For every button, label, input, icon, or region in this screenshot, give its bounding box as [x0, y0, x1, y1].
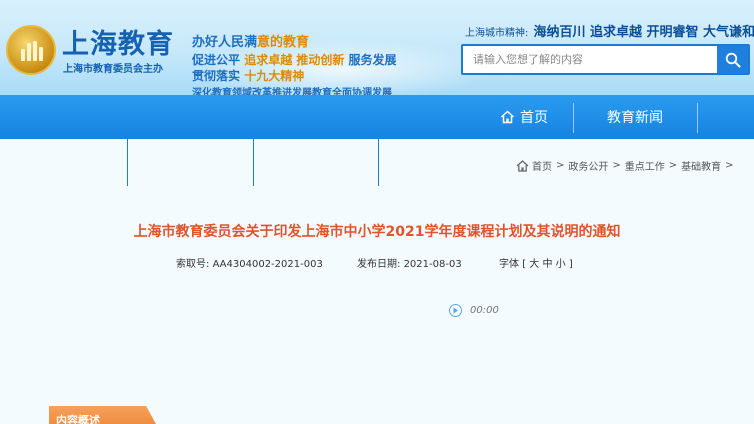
- breadcrumb-separator: >: [612, 160, 621, 171]
- nav-home-label: 首页: [520, 110, 548, 126]
- search-input[interactable]: [463, 46, 717, 73]
- font-bracket-open: [: [522, 259, 527, 270]
- city-spirit-value: 海纳百川 追求卓越 开明睿智 大气谦和: [533, 25, 754, 40]
- city-spirit-label: 上海城市精神:: [465, 28, 529, 39]
- index-label: 索取号:: [176, 259, 210, 270]
- font-large-button[interactable]: 大: [529, 259, 539, 270]
- nav-home[interactable]: 首页: [476, 95, 572, 139]
- font-size-control: 字体 [ 大 中 小 ]: [499, 255, 573, 270]
- emblem-icon[interactable]: [6, 25, 56, 75]
- play-icon: [453, 307, 458, 314]
- document-index: 索取号: AA4304002-2021-003: [176, 255, 323, 270]
- home-icon: [516, 159, 529, 172]
- breadcrumb-home[interactable]: 首页: [532, 158, 552, 173]
- nav-divider: [697, 103, 698, 133]
- date-label: 发布日期:: [357, 259, 401, 270]
- home-icon: [500, 110, 515, 124]
- font-medium-button[interactable]: 中: [542, 259, 552, 270]
- breadcrumb-basic-education[interactable]: 基础教育: [681, 158, 721, 173]
- slogan-line-1: 办好人民满意的教育: [192, 35, 310, 50]
- main-nav: 首页 教育新闻: [0, 95, 754, 139]
- breadcrumb-separator: >: [725, 160, 734, 171]
- breadcrumb-separator: >: [556, 160, 565, 171]
- date-value: 2021-08-03: [403, 259, 462, 270]
- summary-tab[interactable]: 内容概述: [49, 406, 157, 424]
- site-header: 上海教育 上海市教育委员会主办 办好人民满意的教育 促进公平 追求卓越 推动创新…: [0, 0, 754, 95]
- document-title: 上海市教育委员会关于印发上海市中小学2021学年度课程计划及其说明的通知: [133, 224, 621, 240]
- play-button[interactable]: [449, 304, 462, 317]
- breadcrumb: 首页 > 政务公开 > 重点工作 > 基础教育 >: [516, 158, 738, 173]
- font-bracket-close: ]: [568, 259, 573, 270]
- index-value: AA4304002-2021-003: [212, 259, 323, 270]
- site-subtitle: 上海市教育委员会主办: [63, 64, 163, 75]
- audio-time: 00:00: [470, 305, 499, 316]
- city-spirit: 上海城市精神: 海纳百川 追求卓越 开明睿智 大气谦和: [465, 21, 754, 40]
- site-title[interactable]: 上海教育: [62, 22, 174, 61]
- audio-player: 00:00: [449, 304, 499, 317]
- search-button[interactable]: [717, 46, 748, 73]
- search-box: [461, 44, 750, 75]
- slogan-line-4: 深化教育领域改革推进发展教育全面协调发展: [192, 88, 392, 95]
- nav-news-label: 教育新闻: [607, 110, 663, 126]
- sub-bar-divider: [127, 139, 128, 186]
- sub-bar-divider: [378, 139, 379, 186]
- sub-bar-divider: [253, 139, 254, 186]
- search-icon: [725, 52, 740, 67]
- slogan-line-2: 促进公平 追求卓越 推动创新 服务发展: [192, 53, 397, 67]
- document-date: 发布日期: 2021-08-03: [357, 255, 462, 270]
- font-label: 字体: [499, 259, 519, 270]
- breadcrumb-gov-affairs[interactable]: 政务公开: [568, 158, 608, 173]
- slogan-line-3: 贯彻落实 十九大精神: [192, 69, 305, 83]
- font-small-button[interactable]: 小: [556, 259, 566, 270]
- breadcrumb-separator: >: [668, 160, 678, 171]
- breadcrumb-key-work[interactable]: 重点工作: [625, 158, 665, 173]
- nav-news[interactable]: 教育新闻: [574, 95, 696, 139]
